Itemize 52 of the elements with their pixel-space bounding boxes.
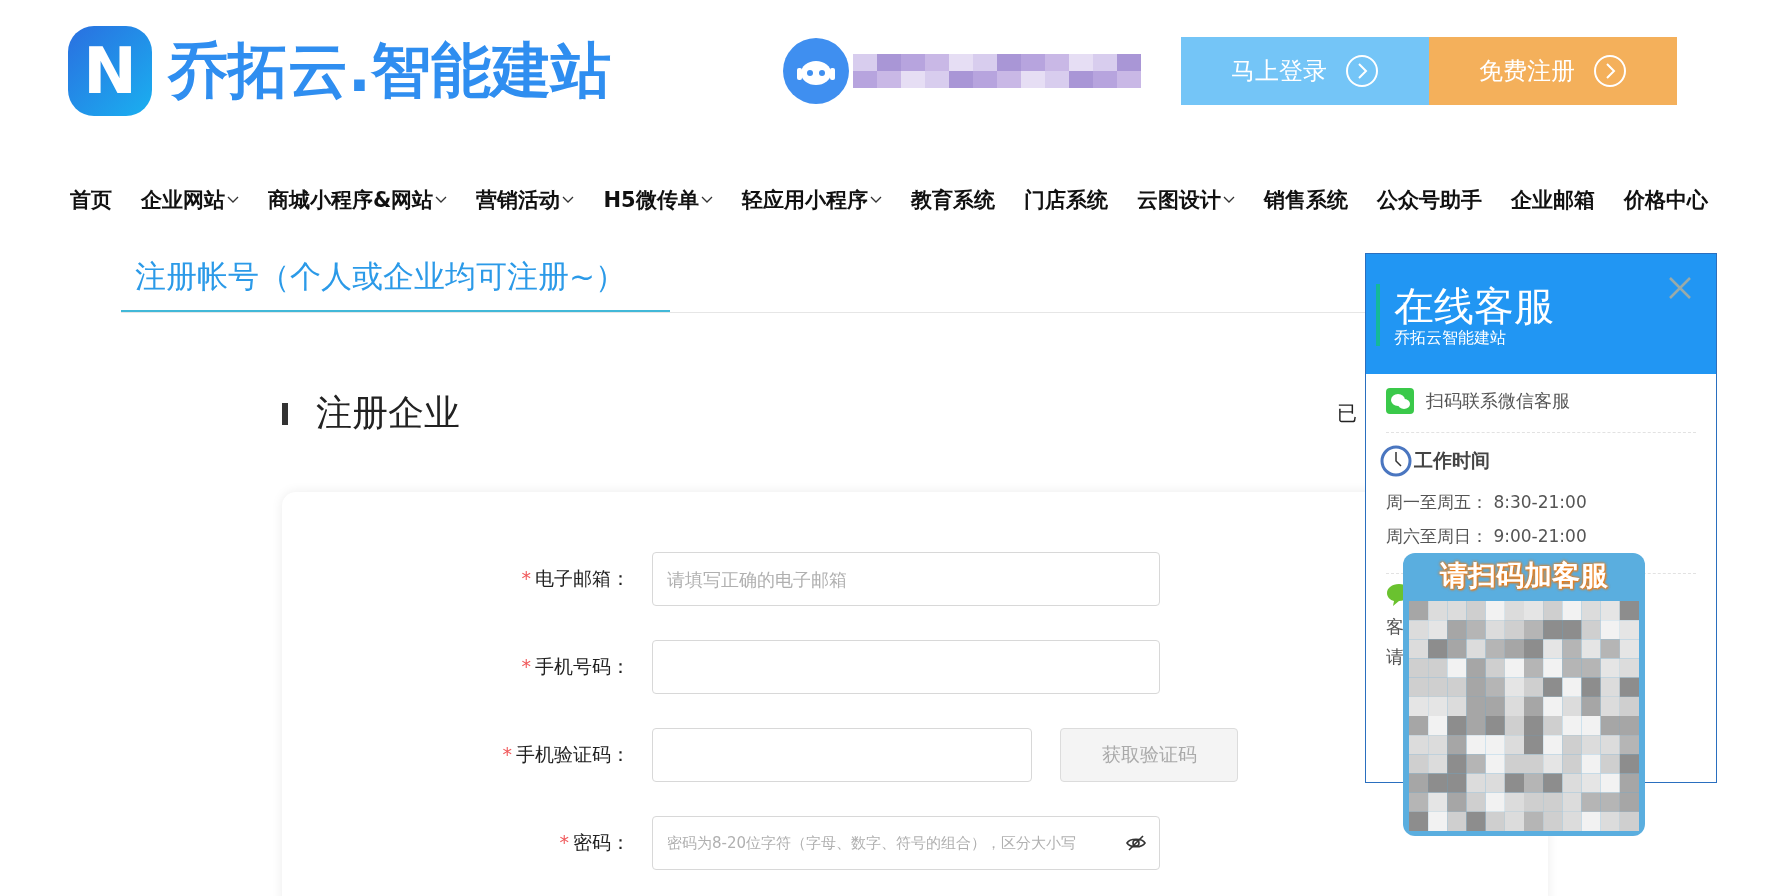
clock-icon xyxy=(1380,445,1412,477)
nav-link[interactable]: 销售系统 xyxy=(1263,186,1348,214)
nav-link[interactable]: 企业邮箱 xyxy=(1510,186,1595,214)
required-mark: * xyxy=(559,831,569,853)
nav-link[interactable]: 云图设计 xyxy=(1136,186,1235,214)
input-field[interactable] xyxy=(652,640,1160,694)
chat-bubbles-icon xyxy=(1386,388,1414,414)
nav-link[interactable]: 商城小程序&网站 xyxy=(268,186,448,214)
nav-link[interactable]: 营销活动 xyxy=(476,186,575,214)
hours-title: 工作时间 xyxy=(1414,448,1490,473)
nav-link[interactable]: H5微传单 xyxy=(603,186,713,214)
close-icon[interactable] xyxy=(1668,276,1692,300)
field-label: 电子邮箱： xyxy=(535,567,630,589)
logo-mark: N xyxy=(68,26,152,116)
nav-link[interactable]: 公众号助手 xyxy=(1376,186,1482,214)
caret-icon xyxy=(562,196,575,204)
nav-link[interactable]: 门店系统 xyxy=(1023,186,1108,214)
chevron-right-icon xyxy=(1593,54,1627,88)
robot-avatar-icon xyxy=(783,38,849,104)
nav-link[interactable]: 价格中心 xyxy=(1623,186,1708,214)
required-mark: * xyxy=(521,567,531,589)
field-label: 密码： xyxy=(573,831,630,853)
qr-title: 请扫码加客服 xyxy=(1440,558,1608,594)
logo-text: 乔拓云.智能建站 xyxy=(168,33,611,107)
caret-icon xyxy=(700,196,713,204)
wechat-contact-text: 扫码联系微信客服 xyxy=(1426,389,1570,413)
input-field[interactable] xyxy=(652,728,1032,782)
password-field[interactable]: 密码为8-20位字符（字母、数字、符号的组合），区分大小写 xyxy=(652,816,1160,870)
caret-icon xyxy=(435,196,448,204)
nav-link[interactable]: 企业网站 xyxy=(141,186,240,214)
nav-link[interactable]: 教育系统 xyxy=(910,186,995,214)
hours-text: 周六至周日： 9:00-21:00 xyxy=(1386,525,1588,548)
nav-link[interactable]: 轻应用小程序 xyxy=(741,186,882,214)
section-title: 注册企业 xyxy=(316,391,461,435)
panel-text: 客 xyxy=(1386,615,1405,639)
field-label: 手机验证码： xyxy=(516,743,630,765)
eye-off-icon[interactable] xyxy=(1126,835,1146,851)
panel-title: 在线客服 xyxy=(1394,284,1554,328)
panel-text: 请 xyxy=(1386,645,1405,669)
hours-text: 周一至周五： 8:30-21:00 xyxy=(1386,491,1588,514)
caret-icon xyxy=(1222,196,1235,204)
field-label: 手机号码： xyxy=(535,655,630,677)
section-marker xyxy=(282,402,288,425)
caret-icon xyxy=(869,196,882,204)
panel-subtitle: 乔拓云智能建站 xyxy=(1394,328,1507,349)
login-hint-text: 已 xyxy=(1337,400,1357,427)
input-field[interactable]: 请填写正确的电子邮箱 xyxy=(652,552,1160,606)
required-mark: * xyxy=(502,743,512,765)
required-mark: * xyxy=(521,655,531,677)
caret-icon xyxy=(227,196,240,204)
chevron-right-icon xyxy=(1345,54,1379,88)
nav-link[interactable]: 首页 xyxy=(70,186,112,214)
